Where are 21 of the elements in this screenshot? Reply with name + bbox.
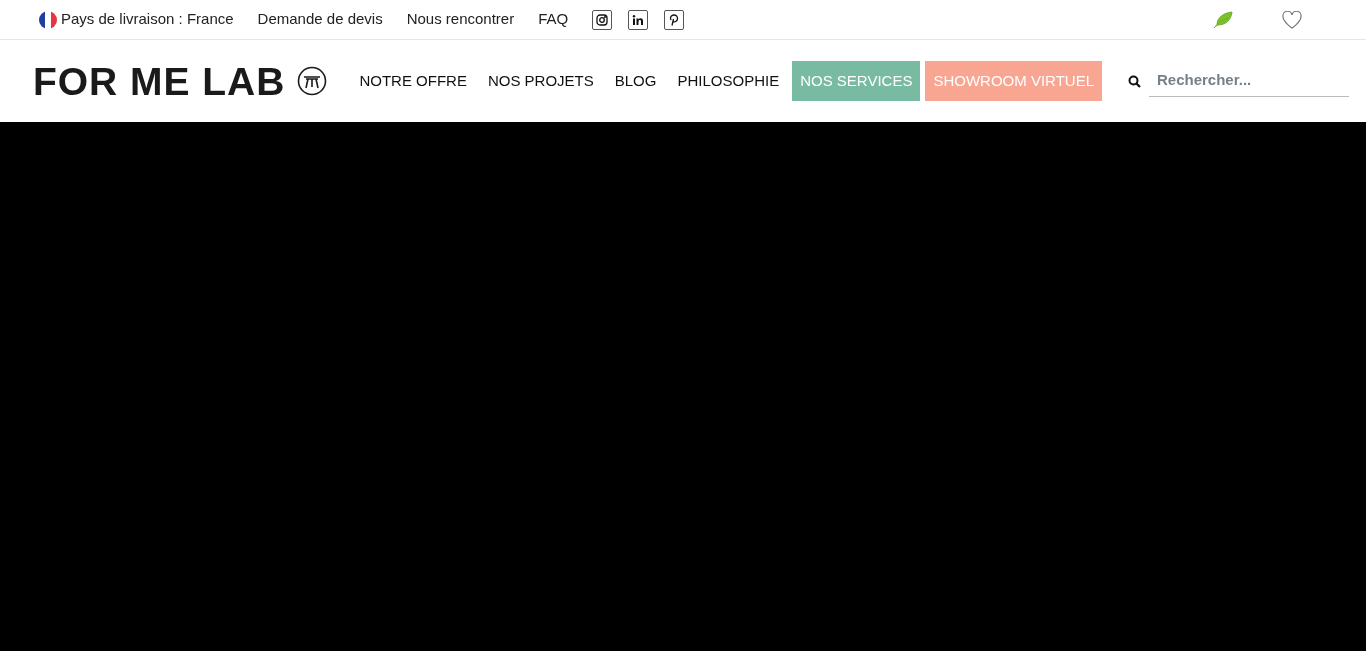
- search-icon: [1128, 74, 1141, 88]
- pinterest-icon: [668, 13, 681, 26]
- social-link[interactable]: [628, 9, 649, 30]
- heart-icon[interactable]: [1282, 10, 1302, 29]
- nav-link[interactable]: PHILOSOPHIE: [669, 61, 788, 101]
- table-logo-icon: [297, 66, 328, 96]
- top-link[interactable]: Nous rencontrer: [406, 8, 515, 31]
- search-field[interactable]: Rechercher...: [1149, 65, 1349, 97]
- social-link[interactable]: [592, 9, 613, 30]
- linkedin-icon: [632, 13, 645, 26]
- top-link[interactable]: FAQ: [538, 8, 569, 31]
- top-link[interactable]: Demande de devis: [257, 8, 383, 31]
- nav-link[interactable]: BLOG: [606, 61, 665, 101]
- nav-link[interactable]: NOS PROJETS: [479, 61, 602, 101]
- leaf-icon[interactable]: [1212, 10, 1234, 29]
- instagram-icon: [596, 13, 609, 26]
- delivery-country-link[interactable]: Pays de livraison : France: [61, 8, 234, 31]
- nav-link[interactable]: NOTRE OFFRE: [351, 61, 475, 101]
- logo-text[interactable]: FOR ME LAB: [33, 61, 286, 101]
- social-link[interactable]: [664, 9, 685, 30]
- flag-icon: [39, 10, 57, 29]
